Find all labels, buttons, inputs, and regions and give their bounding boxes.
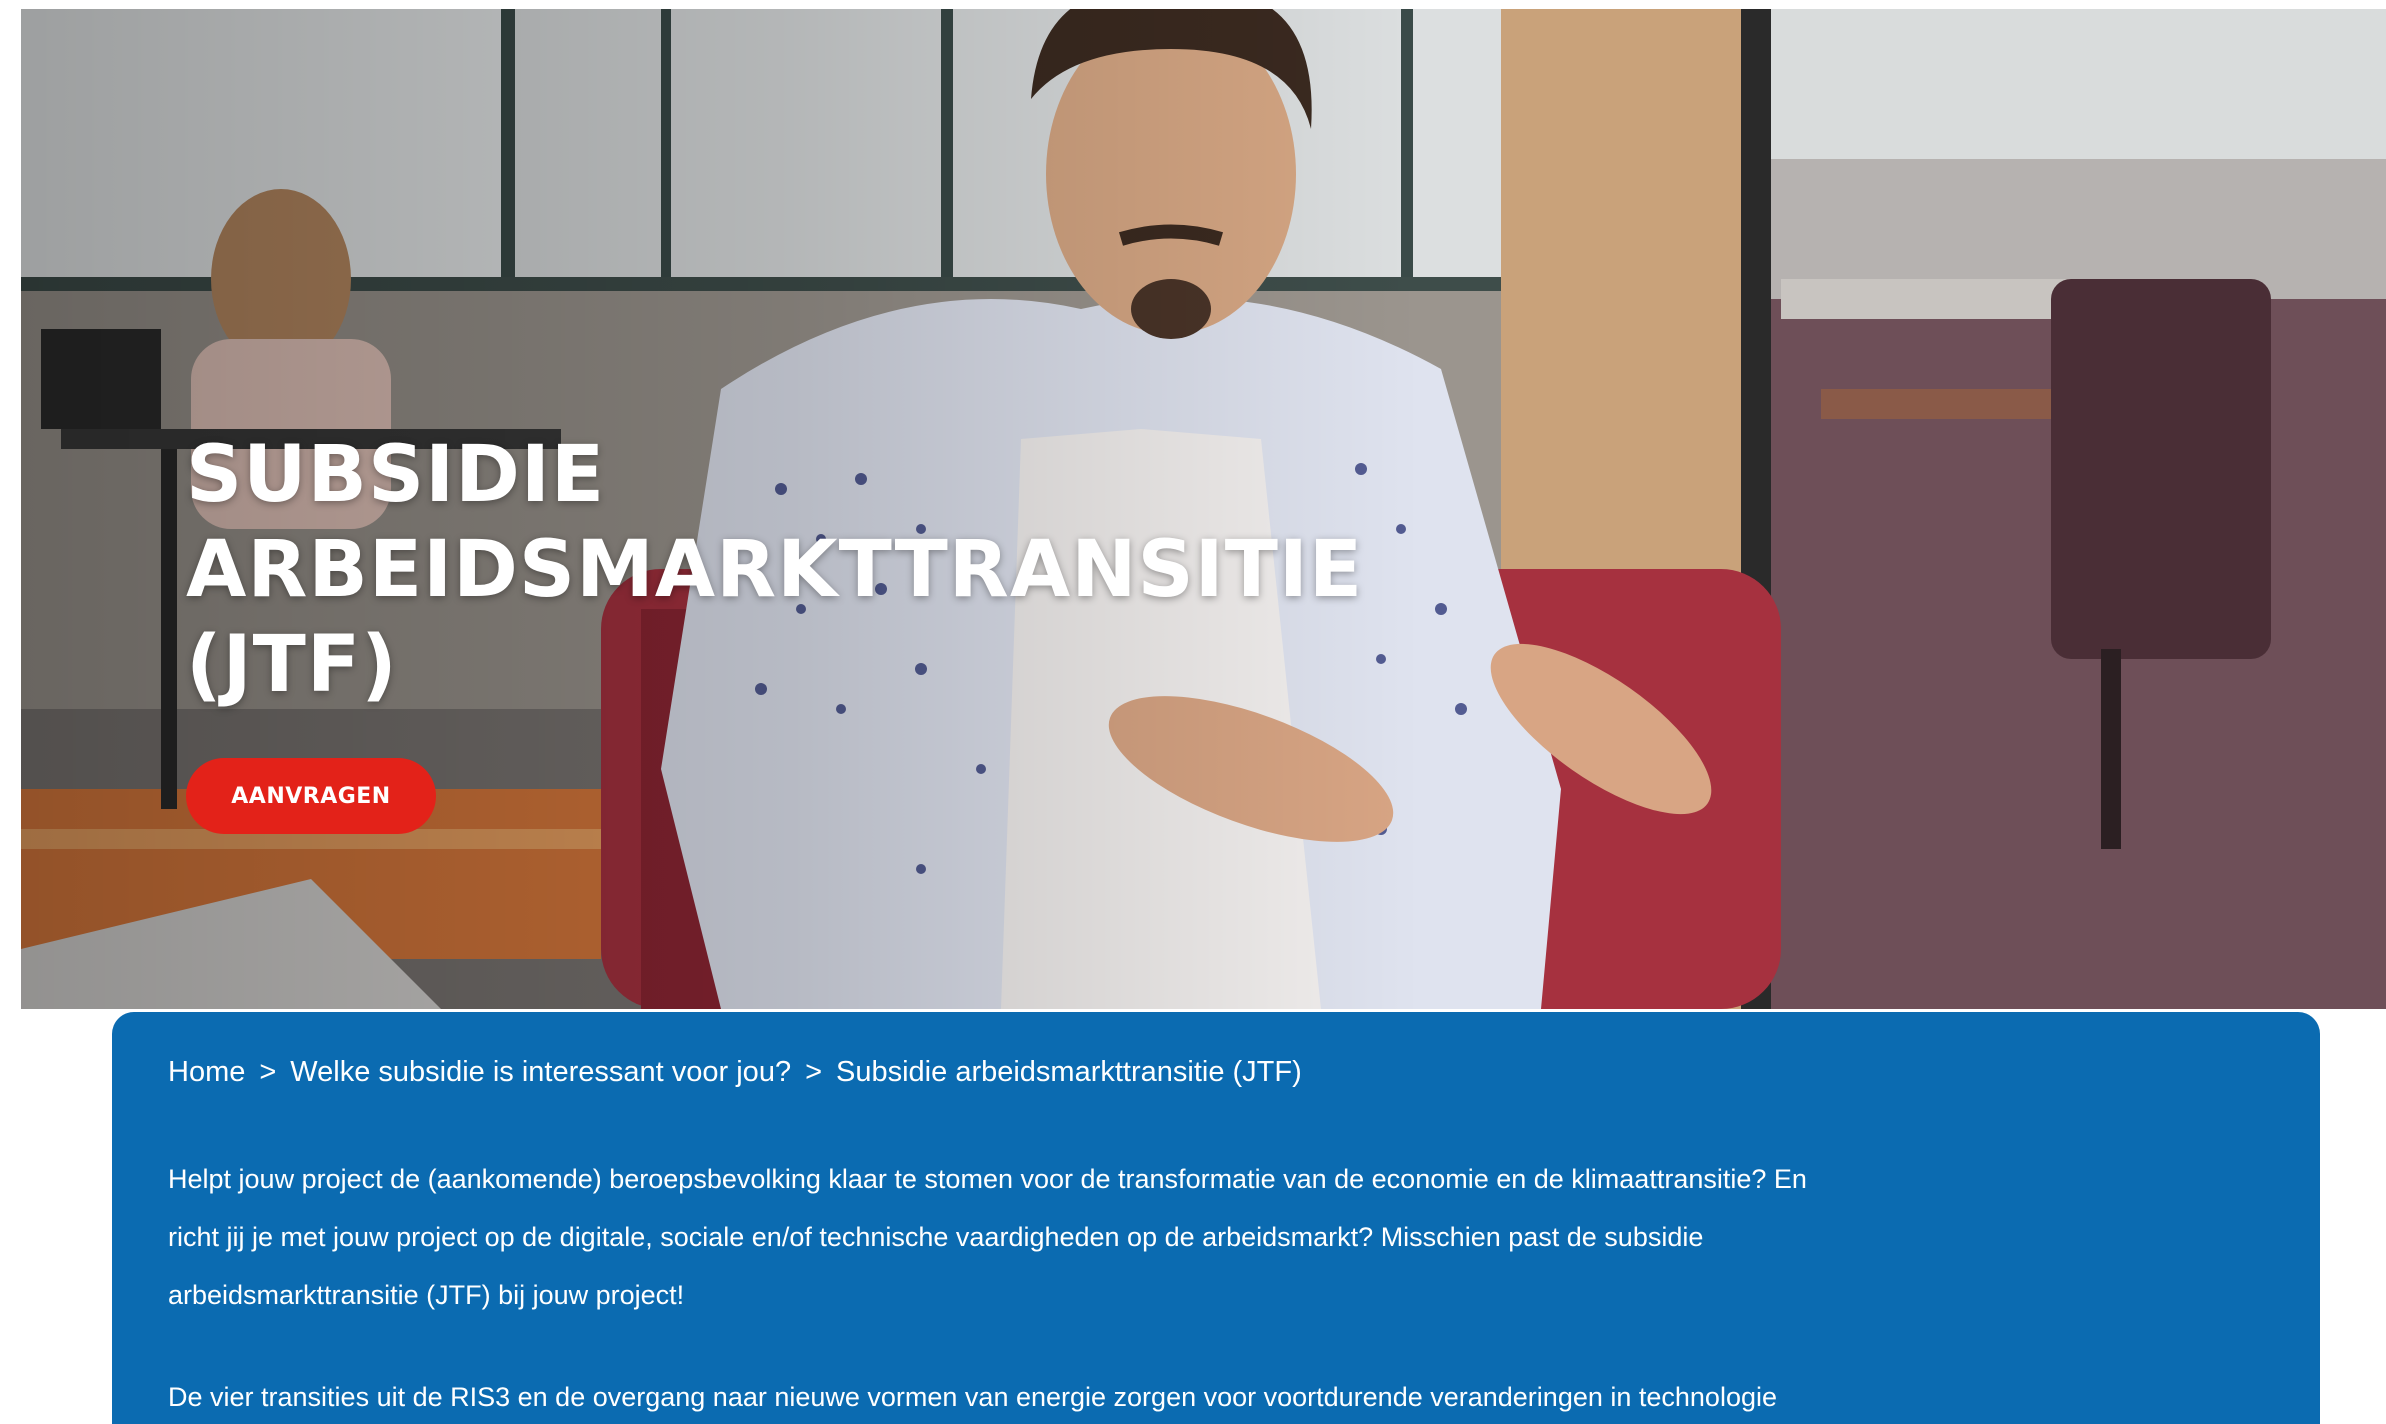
intro-paragraph: Helpt jouw project de (aankomende) beroe… <box>168 1150 2068 1324</box>
title-line: (JTF) <box>186 620 398 710</box>
body-paragraph: De vier transities uit de RIS3 en de ove… <box>168 1382 1777 1412</box>
intro-line: Helpt jouw project de (aankomende) beroe… <box>168 1164 1807 1194</box>
apply-button[interactable]: AANVRAGEN <box>186 758 436 834</box>
breadcrumb-separator: > <box>805 1056 823 1088</box>
title-line: ARBEIDSMARKTTRANSITIE <box>186 525 1364 615</box>
intro-line: arbeidsmarkttransitie (JTF) bij jouw pro… <box>168 1280 685 1310</box>
content-card: Home > Welke subsidie is interessant voo… <box>112 1012 2320 1424</box>
breadcrumb-home[interactable]: Home <box>168 1052 245 1092</box>
intro-line: richt jij je met jouw project op de digi… <box>168 1222 1704 1252</box>
breadcrumb-subsidies[interactable]: Welke subsidie is interessant voor jou? <box>290 1052 791 1092</box>
breadcrumb-separator: > <box>259 1056 277 1088</box>
page: SUBSIDIE ARBEIDSMARKTTRANSITIE (JTF) AAN… <box>0 0 2386 1424</box>
page-title: SUBSIDIE ARBEIDSMARKTTRANSITIE (JTF) <box>186 428 1386 713</box>
title-line: SUBSIDIE <box>186 430 606 520</box>
breadcrumb-current: Subsidie arbeidsmarkttransitie (JTF) <box>836 1056 1302 1088</box>
breadcrumb: Home > Welke subsidie is interessant voo… <box>168 1052 2264 1092</box>
